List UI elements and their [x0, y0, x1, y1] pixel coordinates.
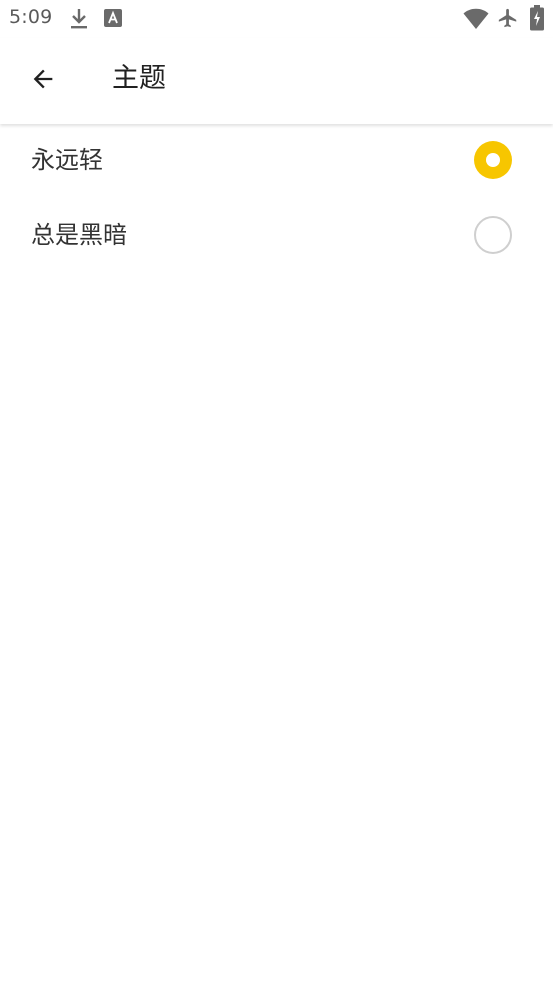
arrow-left-icon — [33, 69, 53, 89]
radio-button-selected[interactable] — [474, 141, 512, 179]
theme-option-always-light[interactable]: 永远轻 — [0, 124, 553, 199]
theme-option-always-dark[interactable]: 总是黑暗 — [0, 199, 553, 274]
status-bar: 5:09 — [0, 0, 553, 38]
radio-button-unselected[interactable] — [474, 216, 512, 254]
status-time: 5:09 — [9, 6, 53, 28]
option-label: 永远轻 — [31, 146, 103, 174]
screen: 5:09 主题 永远轻 总是黑暗 — [0, 0, 553, 983]
battery-charging-icon — [530, 5, 544, 31]
app-bar: 主题 — [0, 38, 553, 124]
option-label: 总是黑暗 — [31, 221, 127, 249]
download-icon — [71, 9, 87, 29]
wifi-icon — [463, 8, 489, 30]
font-icon — [104, 9, 122, 27]
theme-option-list: 永远轻 总是黑暗 — [0, 124, 553, 274]
back-button[interactable] — [17, 53, 69, 105]
page-title: 主题 — [112, 63, 166, 94]
radio-dot — [486, 153, 500, 167]
airplane-mode-icon — [498, 8, 517, 28]
